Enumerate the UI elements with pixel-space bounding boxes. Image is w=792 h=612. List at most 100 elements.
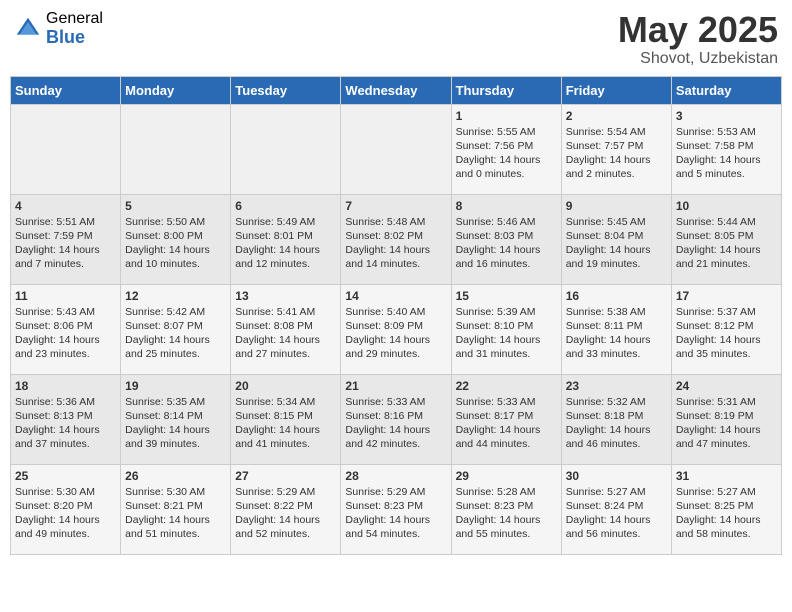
day-info: Sunset: 8:10 PM bbox=[456, 319, 557, 333]
day-info: Sunrise: 5:30 AM bbox=[15, 485, 116, 499]
day-info: Daylight: 14 hours and 52 minutes. bbox=[235, 513, 336, 541]
day-info: Sunset: 7:56 PM bbox=[456, 139, 557, 153]
calendar-cell: 24Sunrise: 5:31 AMSunset: 8:19 PMDayligh… bbox=[671, 374, 781, 464]
day-number: 25 bbox=[15, 469, 116, 483]
day-info: Daylight: 14 hours and 7 minutes. bbox=[15, 243, 116, 271]
page-header: General Blue May 2025 Shovot, Uzbekistan bbox=[10, 10, 782, 68]
day-number: 16 bbox=[566, 289, 667, 303]
day-info: Sunset: 8:13 PM bbox=[15, 409, 116, 423]
day-header-wednesday: Wednesday bbox=[341, 76, 451, 104]
day-info: Daylight: 14 hours and 54 minutes. bbox=[345, 513, 446, 541]
calendar-cell: 14Sunrise: 5:40 AMSunset: 8:09 PMDayligh… bbox=[341, 284, 451, 374]
day-info: Sunset: 8:14 PM bbox=[125, 409, 226, 423]
day-info: Daylight: 14 hours and 56 minutes. bbox=[566, 513, 667, 541]
day-info: Daylight: 14 hours and 44 minutes. bbox=[456, 423, 557, 451]
calendar-cell: 12Sunrise: 5:42 AMSunset: 8:07 PMDayligh… bbox=[121, 284, 231, 374]
day-info: Sunset: 8:16 PM bbox=[345, 409, 446, 423]
day-number: 24 bbox=[676, 379, 777, 393]
calendar-cell: 29Sunrise: 5:28 AMSunset: 8:23 PMDayligh… bbox=[451, 464, 561, 554]
day-info: Sunrise: 5:27 AM bbox=[566, 485, 667, 499]
day-number: 31 bbox=[676, 469, 777, 483]
calendar-cell: 15Sunrise: 5:39 AMSunset: 8:10 PMDayligh… bbox=[451, 284, 561, 374]
day-number: 28 bbox=[345, 469, 446, 483]
day-number: 30 bbox=[566, 469, 667, 483]
calendar-cell: 28Sunrise: 5:29 AMSunset: 8:23 PMDayligh… bbox=[341, 464, 451, 554]
day-info: Sunset: 8:23 PM bbox=[456, 499, 557, 513]
day-info: Sunset: 8:18 PM bbox=[566, 409, 667, 423]
day-number: 6 bbox=[235, 199, 336, 213]
calendar-cell: 21Sunrise: 5:33 AMSunset: 8:16 PMDayligh… bbox=[341, 374, 451, 464]
day-header-saturday: Saturday bbox=[671, 76, 781, 104]
day-info: Sunset: 8:05 PM bbox=[676, 229, 777, 243]
day-header-sunday: Sunday bbox=[11, 76, 121, 104]
day-info: Daylight: 14 hours and 41 minutes. bbox=[235, 423, 336, 451]
calendar-cell: 2Sunrise: 5:54 AMSunset: 7:57 PMDaylight… bbox=[561, 104, 671, 194]
week-row-1: 1 Sunrise: 5:55 AMSunset: 7:56 PMDaylight… bbox=[11, 104, 782, 194]
day-info: Daylight: 14 hours and 14 minutes. bbox=[345, 243, 446, 271]
week-row-2: 4Sunrise: 5:51 AMSunset: 7:59 PMDaylight… bbox=[11, 194, 782, 284]
day-number: 5 bbox=[125, 199, 226, 213]
day-number: 19 bbox=[125, 379, 226, 393]
day-info: Sunset: 8:17 PM bbox=[456, 409, 557, 423]
week-row-5: 25Sunrise: 5:30 AMSunset: 8:20 PMDayligh… bbox=[11, 464, 782, 554]
calendar-cell: 1 Sunrise: 5:55 AMSunset: 7:56 PMDaylight… bbox=[451, 104, 561, 194]
day-info: Sunset: 8:15 PM bbox=[235, 409, 336, 423]
day-info: Sunrise: 5:50 AM bbox=[125, 215, 226, 229]
day-info: Sunrise: 5:51 AM bbox=[15, 215, 116, 229]
day-number: 8 bbox=[456, 199, 557, 213]
day-info: Sunset: 8:11 PM bbox=[566, 319, 667, 333]
day-info: Sunrise: 5:43 AM bbox=[15, 305, 116, 319]
day-info: Sunset: 7:58 PM bbox=[676, 139, 777, 153]
day-number: 13 bbox=[235, 289, 336, 303]
day-number: 1 bbox=[456, 109, 557, 123]
day-info: Daylight: 14 hours and 10 minutes. bbox=[125, 243, 226, 271]
day-info: Sunrise: 5:55 AM bbox=[456, 125, 557, 139]
day-info: Daylight: 14 hours and 27 minutes. bbox=[235, 333, 336, 361]
calendar-body: 1Sunrise: 5:55 AMSunset: 7:56 PMDaylight… bbox=[11, 104, 782, 554]
calendar-cell: 10Sunrise: 5:44 AMSunset: 8:05 PMDayligh… bbox=[671, 194, 781, 284]
calendar-cell: 13Sunrise: 5:41 AMSunset: 8:08 PMDayligh… bbox=[231, 284, 341, 374]
calendar-cell: 26Sunrise: 5:30 AMSunset: 8:21 PMDayligh… bbox=[121, 464, 231, 554]
day-info: Sunset: 8:08 PM bbox=[235, 319, 336, 333]
day-info: Sunset: 7:57 PM bbox=[566, 139, 667, 153]
day-info: Daylight: 14 hours and 23 minutes. bbox=[15, 333, 116, 361]
day-info: Sunrise: 5:44 AM bbox=[676, 215, 777, 229]
day-number: 12 bbox=[125, 289, 226, 303]
calendar-cell bbox=[231, 104, 341, 194]
day-info: Daylight: 14 hours and 25 minutes. bbox=[125, 333, 226, 361]
logo-text: General Blue bbox=[46, 10, 103, 47]
day-info: Daylight: 14 hours and 19 minutes. bbox=[566, 243, 667, 271]
calendar-cell: 3Sunrise: 5:53 AMSunset: 7:58 PMDaylight… bbox=[671, 104, 781, 194]
calendar-cell: 23Sunrise: 5:32 AMSunset: 8:18 PMDayligh… bbox=[561, 374, 671, 464]
day-info: Sunset: 8:25 PM bbox=[676, 499, 777, 513]
week-row-4: 18Sunrise: 5:36 AMSunset: 8:13 PMDayligh… bbox=[11, 374, 782, 464]
day-number: 15 bbox=[456, 289, 557, 303]
day-number: 7 bbox=[345, 199, 446, 213]
day-header-thursday: Thursday bbox=[451, 76, 561, 104]
day-info: Sunrise: 5:42 AM bbox=[125, 305, 226, 319]
day-number: 22 bbox=[456, 379, 557, 393]
calendar-header-row: SundayMondayTuesdayWednesdayThursdayFrid… bbox=[11, 76, 782, 104]
day-info: Sunset: 8:12 PM bbox=[676, 319, 777, 333]
calendar-cell: 7Sunrise: 5:48 AMSunset: 8:02 PMDaylight… bbox=[341, 194, 451, 284]
calendar-cell: 20Sunrise: 5:34 AMSunset: 8:15 PMDayligh… bbox=[231, 374, 341, 464]
day-info: Daylight: 14 hours and 55 minutes. bbox=[456, 513, 557, 541]
day-info: Sunrise: 5:30 AM bbox=[125, 485, 226, 499]
day-number: 18 bbox=[15, 379, 116, 393]
day-info: Sunrise: 5:29 AM bbox=[345, 485, 446, 499]
logo-icon bbox=[14, 15, 42, 43]
day-info: Sunrise: 5:54 AM bbox=[566, 125, 667, 139]
day-info: Daylight: 14 hours and 49 minutes. bbox=[15, 513, 116, 541]
day-header-monday: Monday bbox=[121, 76, 231, 104]
calendar-cell: 11Sunrise: 5:43 AMSunset: 8:06 PMDayligh… bbox=[11, 284, 121, 374]
calendar-cell: 22 Sunrise: 5:33 AMSunset: 8:17 PMDayligh… bbox=[451, 374, 561, 464]
day-number: 9 bbox=[566, 199, 667, 213]
calendar-table: SundayMondayTuesdayWednesdayThursdayFrid… bbox=[10, 76, 782, 555]
day-info: Daylight: 14 hours and 16 minutes. bbox=[456, 243, 557, 271]
title-location: Shovot, Uzbekistan bbox=[618, 50, 778, 68]
day-info: Sunrise: 5:33 AM bbox=[345, 395, 446, 409]
calendar-cell bbox=[11, 104, 121, 194]
calendar-cell: 31Sunrise: 5:27 AMSunset: 8:25 PMDayligh… bbox=[671, 464, 781, 554]
day-info: Daylight: 14 hours and 0 minutes. bbox=[456, 153, 557, 181]
day-info: Sunrise: 5:33 AM bbox=[456, 395, 557, 409]
